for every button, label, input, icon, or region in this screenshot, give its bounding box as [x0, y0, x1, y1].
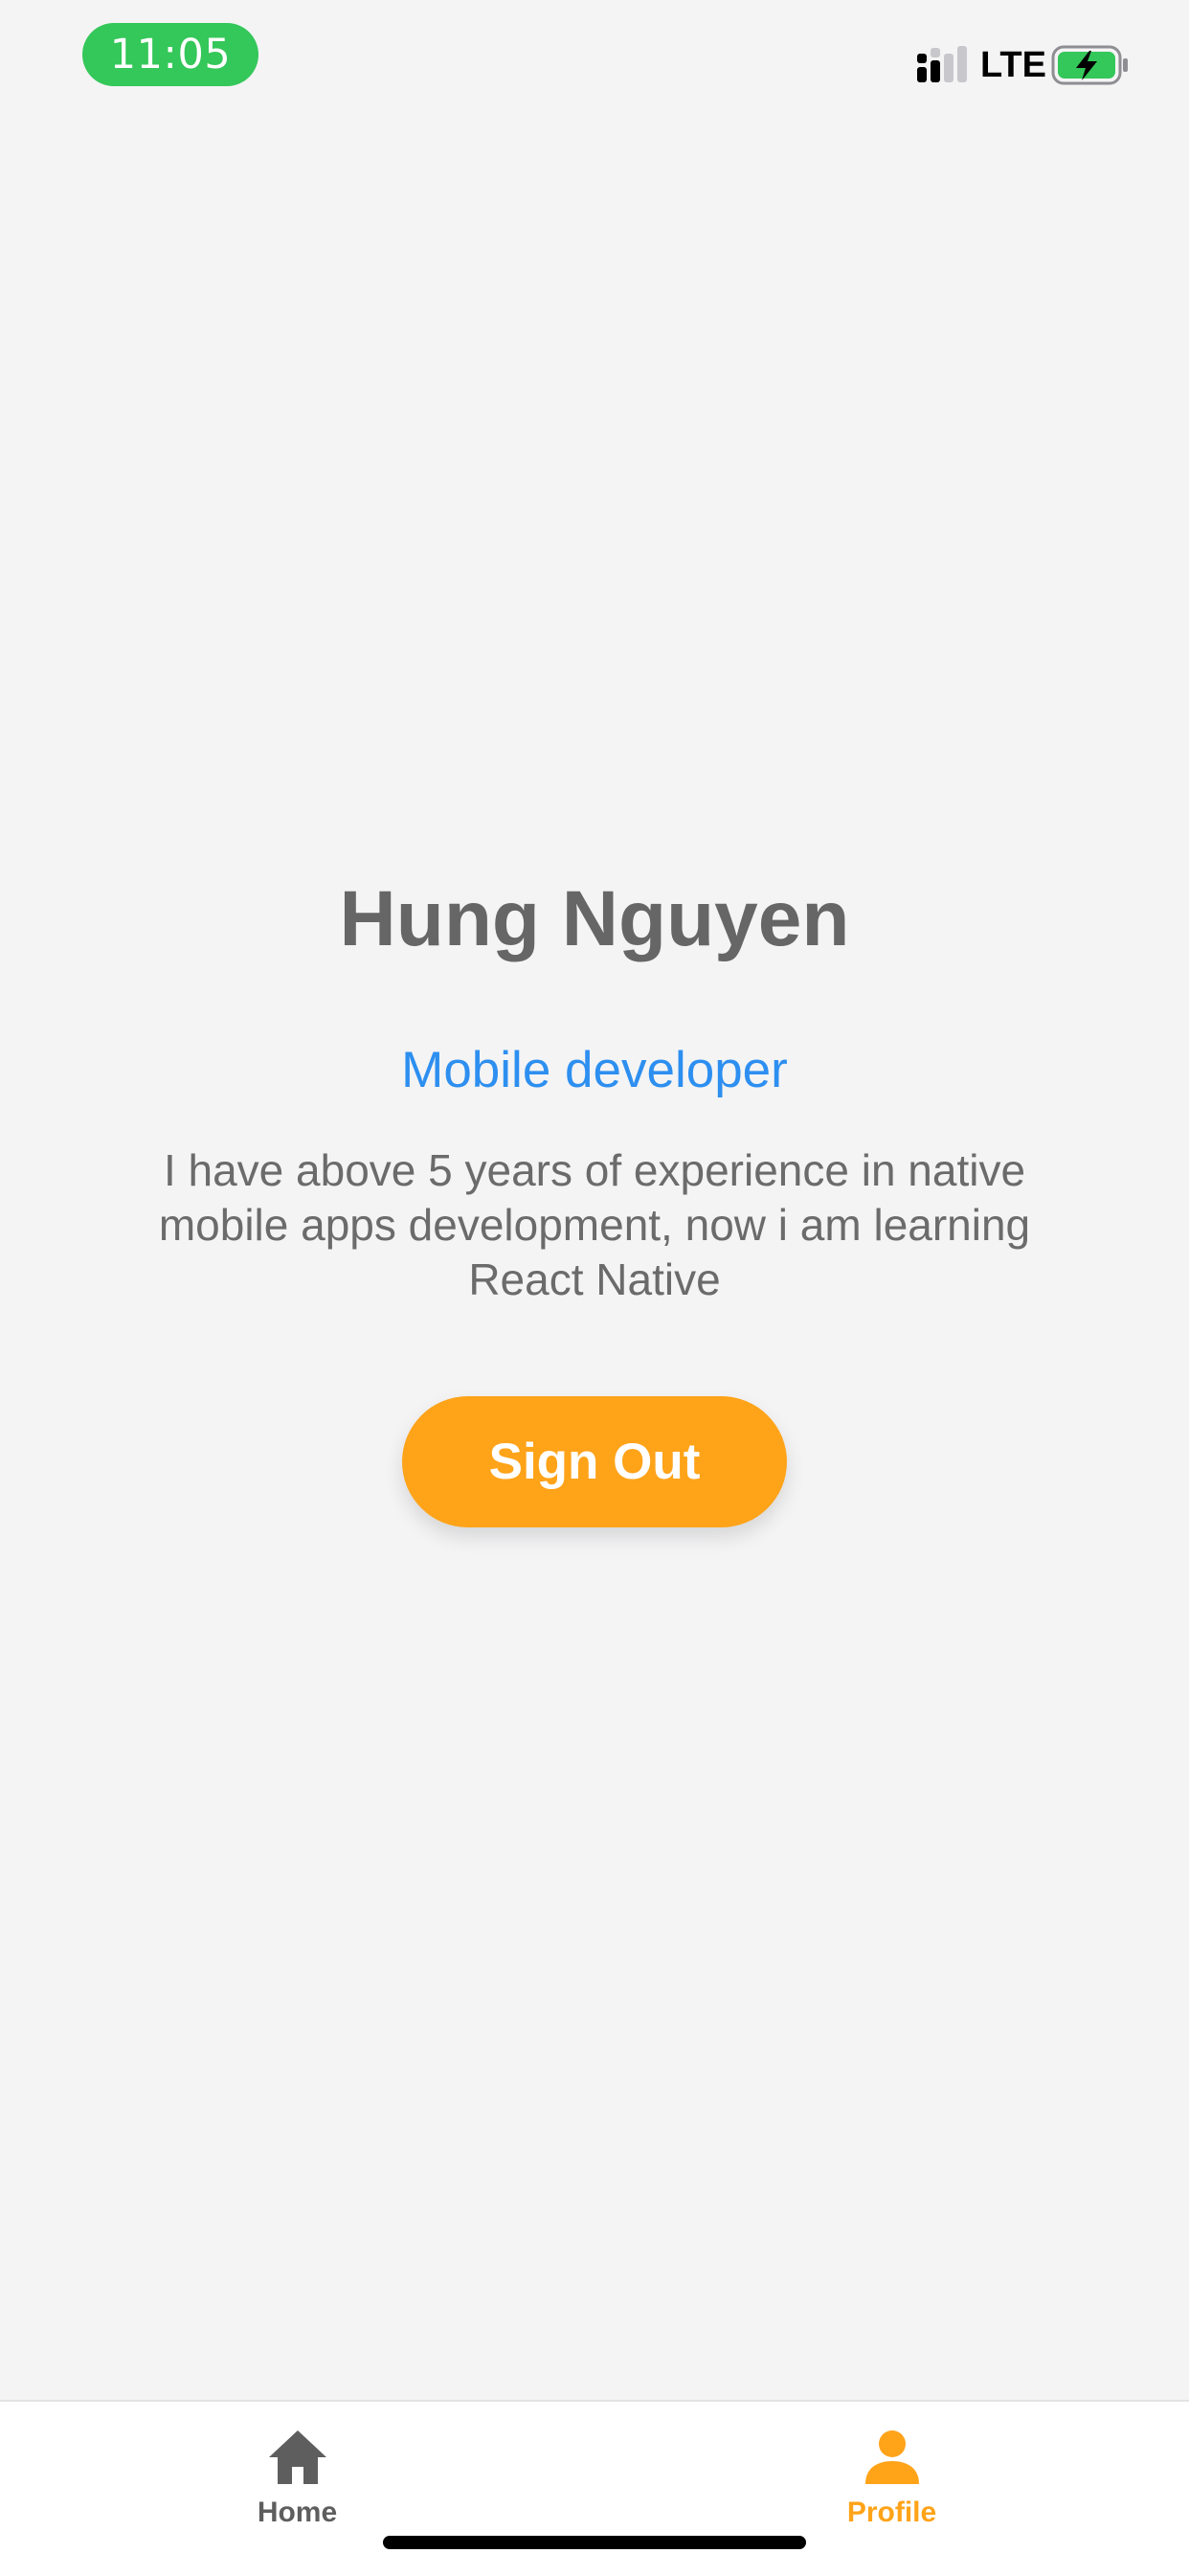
status-time: 11:05 [82, 23, 258, 86]
network-type-label: LTE [980, 45, 1046, 85]
profile-bio: I have above 5 years of experience in na… [158, 1145, 1031, 1304]
tab-profile[interactable]: Profile [594, 2402, 1189, 2528]
tab-home-label: Home [257, 2497, 338, 2528]
tab-home[interactable]: Home [0, 2402, 594, 2528]
home-indicator [383, 2536, 806, 2549]
profile-name: Hung Nguyen [339, 875, 850, 962]
battery-charging-icon [1051, 45, 1128, 85]
status-bar: 11:05 LTE [0, 0, 1189, 115]
profile-role: Mobile developer [401, 1042, 788, 1098]
home-icon [268, 2430, 326, 2484]
signal-icon [917, 46, 967, 82]
sign-out-button[interactable]: Sign Out [402, 1396, 787, 1527]
tab-bar: Home Profile [0, 2400, 1189, 2576]
person-icon [864, 2430, 919, 2484]
tab-profile-label: Profile [846, 2497, 937, 2528]
